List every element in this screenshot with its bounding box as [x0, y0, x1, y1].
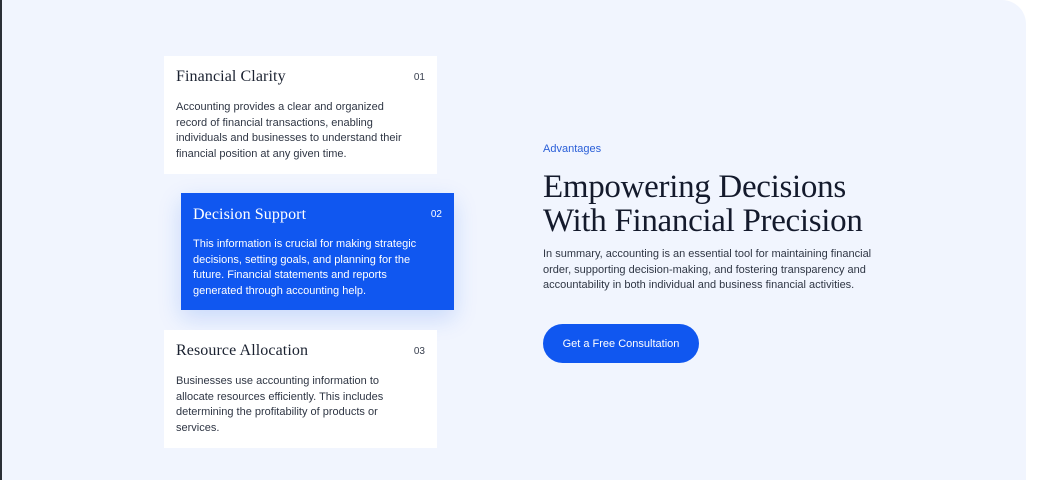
card-number: 02: [430, 209, 442, 220]
card-number: 01: [413, 72, 425, 83]
advantage-card-financial-clarity: Financial Clarity 01 Accounting provides…: [164, 56, 437, 174]
card-title: Financial Clarity: [176, 68, 286, 85]
advantage-card-decision-support: Decision Support 02 This information is …: [181, 193, 454, 310]
card-description: Accounting provides a clear and organize…: [176, 101, 402, 160]
card-title: Resource Allocation: [176, 342, 309, 359]
advantage-card-resource-allocation: Resource Allocation 03 Businesses use ac…: [164, 330, 437, 448]
section-summary: In summary, accounting is an essential t…: [543, 248, 872, 291]
card-number: 03: [413, 346, 425, 357]
section-heading: Empowering Decisions With Financial Prec…: [543, 169, 863, 239]
card-title: Decision Support: [193, 206, 307, 223]
card-description: This information is crucial for making s…: [193, 238, 417, 297]
card-description: Businesses use accounting information to…: [176, 375, 384, 434]
free-consultation-button[interactable]: Get a Free Consultation: [543, 324, 699, 363]
section-eyebrow: Advantages: [543, 143, 602, 155]
advantages-section: [2, 0, 1026, 480]
